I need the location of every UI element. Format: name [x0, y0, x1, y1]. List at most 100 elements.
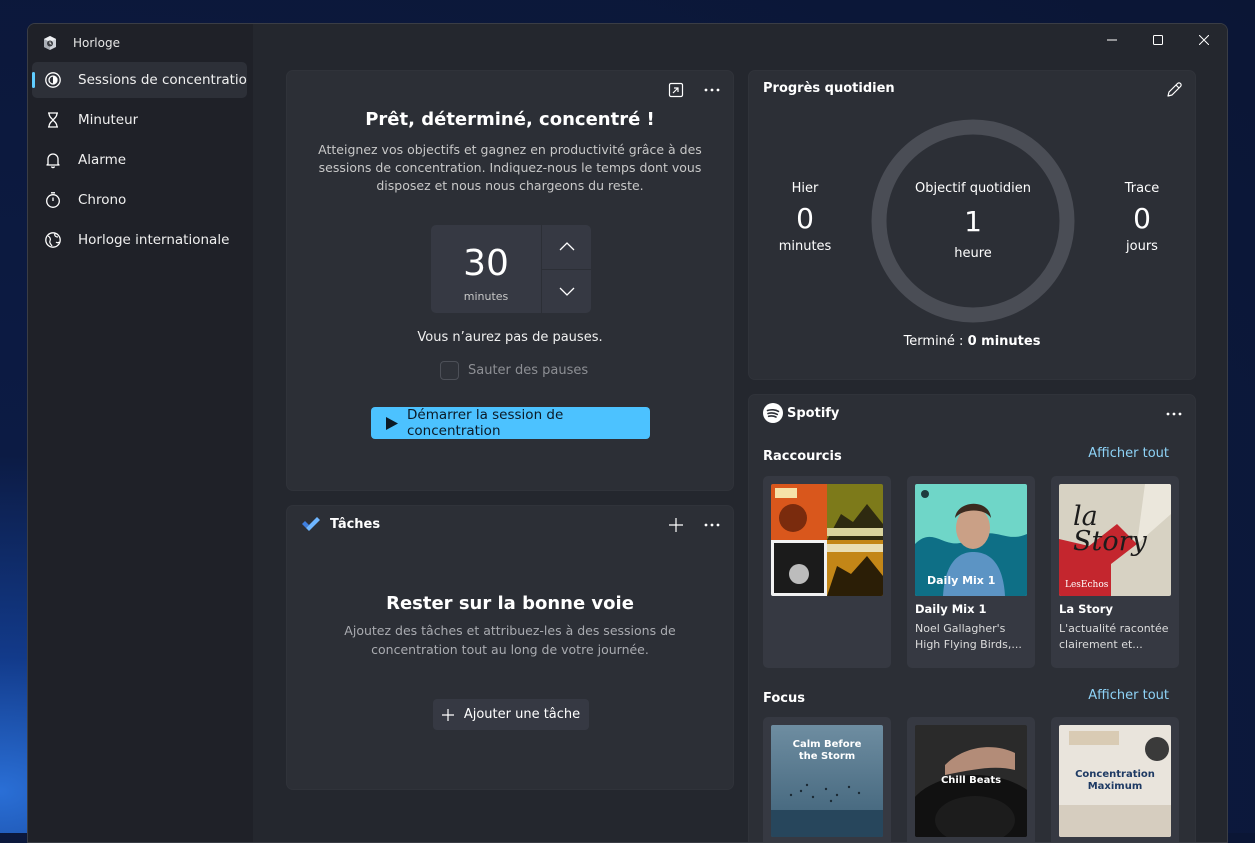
- shortcuts-title: Raccourcis: [763, 449, 842, 464]
- globe-icon: [44, 231, 62, 249]
- yesterday-stat: Hier 0 minutes: [760, 181, 850, 254]
- spotify-more-button[interactable]: [1163, 403, 1185, 425]
- shortcuts-show-all-link[interactable]: Afficher tout: [1088, 446, 1169, 461]
- tasks-empty-title: Rester sur la bonne voie: [386, 593, 634, 614]
- duration-unit: minutes: [463, 290, 509, 303]
- la-story-cover-art: la Story LesEchos: [1059, 484, 1171, 596]
- more-icon: [704, 523, 720, 527]
- focus-session-card: Prêt, déterminé, concentré ! Atteignez v…: [286, 70, 734, 491]
- skip-breaks-label: Sauter des pauses: [468, 363, 589, 378]
- shortcut-subtitle: L'actualité racontée clairement et...: [1059, 622, 1169, 651]
- daily-progress-card: Progrès quotidien Hier 0 minutes Objecti…: [748, 70, 1196, 380]
- minimize-icon: [1107, 39, 1117, 41]
- la-story-cover-text: la Story: [1073, 501, 1147, 557]
- goal-value: 1: [964, 205, 982, 238]
- shortcut-title: La Story: [1059, 602, 1113, 616]
- tasks-card: Tâches Rester sur la bonne voie Ajoutez …: [286, 505, 734, 790]
- tasks-header: Tâches: [301, 516, 380, 532]
- focus-more-button[interactable]: [701, 79, 723, 101]
- chill-beats-cover-art: Chill Beats: [915, 725, 1027, 837]
- clock-window: Horloge Sessions de concentratio Minuteu…: [27, 23, 1228, 843]
- spotify-icon: [763, 403, 783, 423]
- sidebar-item-focus-sessions[interactable]: Sessions de concentratio: [32, 62, 247, 98]
- sidebar-item-world-clock[interactable]: Horloge internationale: [32, 222, 247, 258]
- yesterday-label: Hier: [791, 181, 819, 196]
- duration-value-box[interactable]: 30 minutes: [431, 225, 542, 313]
- increase-duration-button[interactable]: [542, 225, 591, 270]
- sidebar-nav: Sessions de concentratio Minuteur Alarme…: [32, 62, 247, 262]
- sidebar: Horloge Sessions de concentratio Minuteu…: [28, 24, 253, 842]
- minimize-button[interactable]: [1089, 24, 1135, 56]
- app-title: Horloge: [73, 36, 120, 50]
- app-title-bar: Horloge: [42, 33, 120, 53]
- sidebar-item-label: Sessions de concentratio: [78, 72, 247, 88]
- start-button-label: Démarrer la session de concentration: [407, 407, 564, 439]
- add-task-label: Ajouter une tâche: [463, 707, 581, 722]
- maximize-icon: [1153, 35, 1163, 45]
- window-controls: [1089, 24, 1227, 56]
- more-icon: [704, 88, 720, 92]
- bell-icon: [44, 151, 62, 169]
- sidebar-item-alarm[interactable]: Alarme: [32, 142, 247, 178]
- concentration-cover-text: Concentration Maximum: [1075, 769, 1155, 792]
- edit-goal-button[interactable]: [1163, 79, 1185, 101]
- shortcut-subtitle: Noel Gallagher's High Flying Birds,...: [915, 622, 1022, 651]
- focus-tile-chill-beats[interactable]: Chill Beats: [907, 717, 1035, 842]
- focus-title: Prêt, déterminé, concentré !: [365, 109, 655, 130]
- completed-summary: Terminé : 0 minutes: [749, 334, 1195, 349]
- concentration-cover-art: Concentration Maximum: [1059, 725, 1171, 837]
- yesterday-unit: minutes: [778, 239, 832, 254]
- streak-label: Trace: [1124, 181, 1160, 196]
- more-icon: [1166, 412, 1182, 416]
- chill-beats-cover-text: Chill Beats: [940, 775, 1002, 786]
- goal-label: Objectif quotidien: [915, 181, 1031, 196]
- shortcut-tile-la-story[interactable]: la Story LesEchos La Story L'actualité r…: [1051, 476, 1179, 668]
- duration-stepper[interactable]: 30 minutes: [431, 225, 591, 313]
- tasks-more-button[interactable]: [701, 514, 723, 536]
- focus-playlists-title: Focus: [763, 691, 805, 706]
- shortcut-tile-daily-mix[interactable]: Daily Mix 1 Daily Mix 1 Noel Gallagher's…: [907, 476, 1035, 668]
- streak-stat: Trace 0 jours: [1097, 181, 1187, 254]
- chevron-up-icon: [559, 242, 574, 251]
- skip-breaks-checkbox[interactable]: [440, 361, 459, 380]
- todo-check-icon: [302, 517, 320, 531]
- completed-value: 0 minutes: [967, 334, 1041, 349]
- focus-tile-calm[interactable]: Calm Before the Storm: [763, 717, 891, 842]
- main-content: Prêt, déterminé, concentré ! Atteignez v…: [253, 24, 1227, 842]
- stopwatch-icon: [44, 191, 62, 209]
- focus-card-actions: [665, 79, 723, 101]
- sidebar-item-stopwatch[interactable]: Chrono: [32, 182, 247, 218]
- shortcut-tile-mix[interactable]: [763, 476, 891, 668]
- add-task-icon-button[interactable]: [665, 514, 687, 536]
- maximize-button[interactable]: [1135, 24, 1181, 56]
- streak-unit: jours: [1126, 239, 1158, 254]
- focus-show-all-link[interactable]: Afficher tout: [1088, 688, 1169, 703]
- close-button[interactable]: [1181, 24, 1227, 56]
- spotify-logo: Spotify: [763, 403, 839, 423]
- close-icon: [1199, 35, 1209, 45]
- decrease-duration-button[interactable]: [542, 270, 591, 314]
- stepper-buttons: [542, 225, 591, 313]
- plus-icon: [669, 518, 683, 532]
- start-focus-session-button[interactable]: Démarrer la session de concentration: [371, 407, 650, 439]
- streak-value: 0: [1133, 202, 1151, 235]
- calm-cover-art: Calm Before the Storm: [771, 725, 883, 837]
- progress-title: Progrès quotidien: [763, 81, 895, 96]
- focus-description: Atteignez vos objectifs et gagnez en pro…: [318, 142, 702, 193]
- sidebar-item-timer[interactable]: Minuteur: [32, 102, 247, 138]
- breaks-info: Vous n’aurez pas de pauses.: [417, 330, 603, 345]
- daily-mix-cover-art: Daily Mix 1: [915, 484, 1027, 596]
- spotify-brand: Spotify: [787, 405, 840, 421]
- add-task-button[interactable]: Ajouter une tâche: [433, 699, 589, 730]
- tasks-card-actions: [665, 514, 723, 536]
- hourglass-icon: [44, 111, 62, 129]
- focus-tile-concentration[interactable]: Concentration Maximum: [1051, 717, 1179, 842]
- skip-breaks-row: Sauter des pauses: [440, 361, 588, 380]
- clock-app-icon: [44, 36, 56, 50]
- yesterday-value: 0: [796, 202, 814, 235]
- compact-mode-button[interactable]: [665, 79, 687, 101]
- chevron-down-icon: [559, 287, 574, 296]
- play-icon: [386, 417, 398, 430]
- daily-mix-cover-text: Daily Mix 1: [927, 574, 996, 587]
- compact-mode-icon: [668, 82, 684, 98]
